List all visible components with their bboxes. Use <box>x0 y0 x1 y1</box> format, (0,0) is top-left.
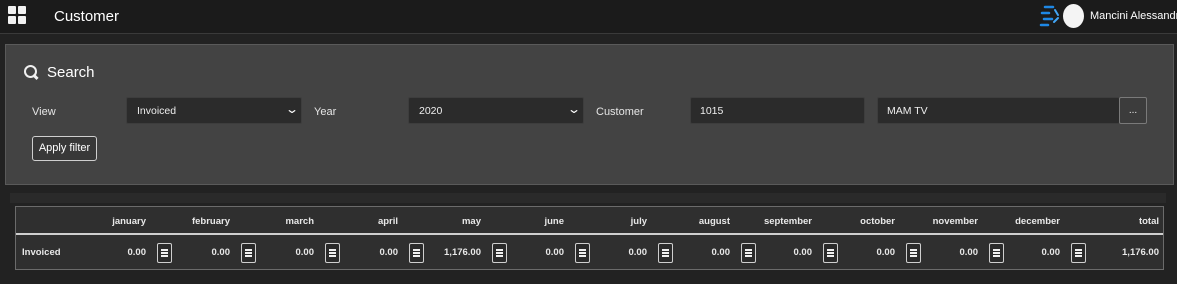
year-select-value: 2020 <box>419 105 443 117</box>
brand-logo-icon <box>1039 5 1059 27</box>
lines-glyph <box>993 249 1000 257</box>
list-detail-icon[interactable] <box>658 243 673 263</box>
list-detail-icon[interactable] <box>989 243 1004 263</box>
lines-glyph <box>329 249 336 257</box>
lines-glyph <box>245 249 252 257</box>
customer-name-input[interactable]: MAM TV <box>877 97 1120 124</box>
cell-march: 0.00 <box>295 247 315 258</box>
search-panel: Search View Invoiced ⌄ Year 2020 ⌄ Custo… <box>5 44 1174 185</box>
lines-glyph <box>745 249 752 257</box>
year-label: Year <box>314 106 337 118</box>
list-detail-icon[interactable] <box>325 243 340 263</box>
cell-april: 0.00 <box>379 247 399 258</box>
column-header-february: february <box>191 216 230 227</box>
column-header-january: january <box>112 216 146 227</box>
column-header-total: total <box>1138 216 1159 227</box>
column-header-april: april <box>377 216 398 227</box>
row-label: Invoiced <box>22 247 61 258</box>
view-label: View <box>32 106 56 118</box>
cell-december: 0.00 <box>1041 247 1061 258</box>
cell-may: 1,176.00 <box>444 247 481 258</box>
lines-glyph <box>413 249 420 257</box>
list-detail-icon[interactable] <box>906 243 921 263</box>
cell-september: 0.00 <box>793 247 813 258</box>
user-avatar[interactable] <box>1063 4 1084 28</box>
lines-glyph <box>579 249 586 257</box>
cell-july: 0.00 <box>628 247 648 258</box>
table-toolbar-strip <box>10 193 1166 203</box>
lines-glyph <box>910 249 917 257</box>
user-menu[interactable]: Mancini Alessandro▼ <box>1090 10 1177 22</box>
list-detail-icon[interactable] <box>492 243 507 263</box>
search-header: Search <box>24 64 95 81</box>
chevron-down-icon: ⌄ <box>284 102 300 116</box>
column-header-june: june <box>544 216 564 227</box>
lines-glyph <box>161 249 168 257</box>
list-detail-icon[interactable] <box>575 243 590 263</box>
top-bar: Customer Mancini Alessandro▼ <box>0 0 1177 34</box>
view-select-value: Invoiced <box>137 105 177 117</box>
year-select[interactable]: 2020 ⌄ <box>408 97 584 124</box>
cell-august: 0.00 <box>711 247 731 258</box>
lines-glyph <box>1075 249 1082 257</box>
apps-grid-icon[interactable] <box>8 6 26 24</box>
cell-october: 0.00 <box>876 247 896 258</box>
customer-label: Customer <box>596 106 644 118</box>
column-header-november: november <box>932 216 978 227</box>
cell-june: 0.00 <box>545 247 565 258</box>
column-header-august: august <box>698 216 730 227</box>
cell-total: 1,176.00 <box>1122 247 1159 258</box>
column-header-may: may <box>461 216 481 227</box>
list-detail-icon[interactable] <box>409 243 424 263</box>
list-detail-icon[interactable] <box>1071 243 1086 263</box>
search-icon <box>24 65 39 80</box>
table-row: Invoiced 0.00 0.00 0.00 0.00 1,176.00 0.00 0.0… <box>16 237 1163 269</box>
column-header-july: july <box>630 216 647 227</box>
view-select[interactable]: Invoiced ⌄ <box>126 97 302 124</box>
cell-february: 0.00 <box>211 247 231 258</box>
cell-january: 0.00 <box>127 247 147 258</box>
customer-lookup-button[interactable]: ... <box>1119 97 1147 124</box>
list-detail-icon[interactable] <box>241 243 256 263</box>
column-header-march: march <box>285 216 314 227</box>
results-table: january february march april may june july augu… <box>15 206 1164 270</box>
app-title: Customer <box>54 8 120 25</box>
table-header-row: january february march april may june july augu… <box>16 207 1163 235</box>
list-detail-icon[interactable] <box>741 243 756 263</box>
apply-filter-button[interactable]: Apply filter <box>32 136 97 161</box>
cell-november: 0.00 <box>959 247 979 258</box>
user-name: Mancini Alessandro <box>1090 10 1177 22</box>
list-detail-icon[interactable] <box>823 243 838 263</box>
lines-glyph <box>496 249 503 257</box>
column-header-october: october <box>860 216 895 227</box>
search-title: Search <box>47 64 95 81</box>
column-header-september: september <box>763 216 812 227</box>
list-detail-icon[interactable] <box>157 243 172 263</box>
customer-code-input[interactable]: 1015 <box>690 97 865 124</box>
chevron-down-icon: ⌄ <box>566 102 582 116</box>
lines-glyph <box>827 249 834 257</box>
lines-glyph <box>662 249 669 257</box>
column-header-december: december <box>1015 216 1060 227</box>
